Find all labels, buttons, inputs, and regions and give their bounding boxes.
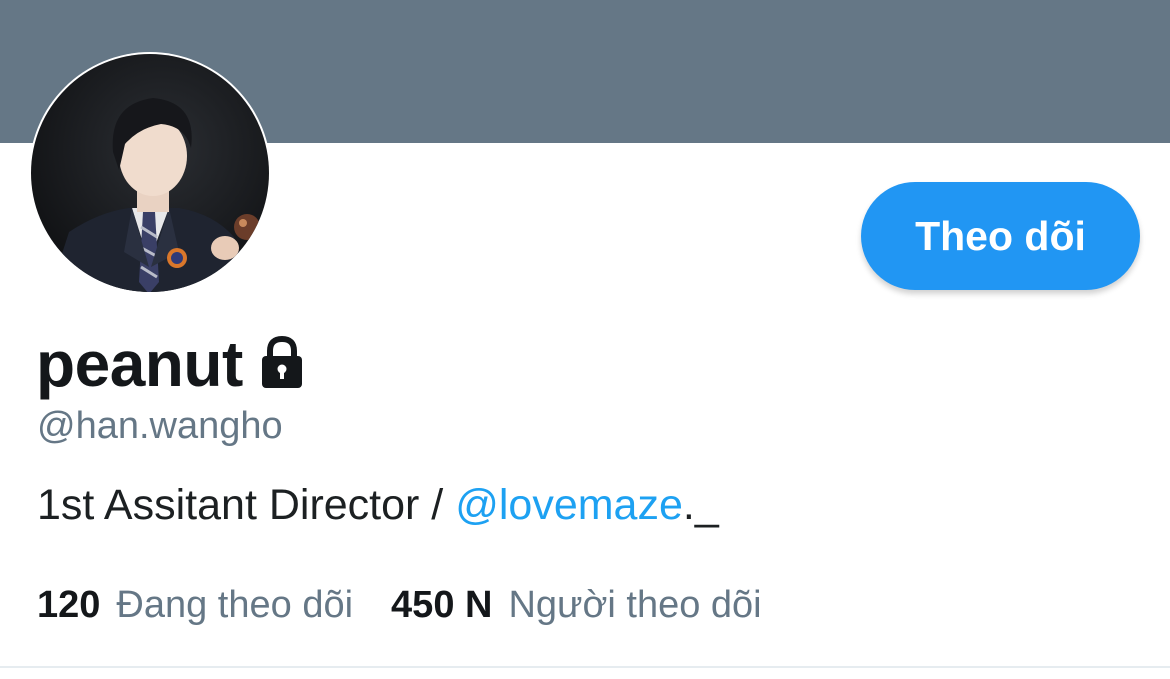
- bio-suffix: ._: [682, 481, 719, 529]
- divider: [0, 666, 1170, 668]
- followers-count: 450 N: [391, 584, 493, 626]
- following-label: Đang theo dõi: [116, 584, 354, 626]
- bio-text: 1st Assitant Director /: [37, 481, 456, 529]
- followers-label: Người theo dõi: [508, 584, 762, 626]
- display-name: peanut: [36, 328, 243, 400]
- lock-icon: [259, 334, 305, 390]
- profile-page: Theo dõi peanut @han.wangho 1st Assitant…: [0, 0, 1170, 679]
- following-stat[interactable]: 120 Đang theo dõi: [37, 581, 353, 629]
- bio: 1st Assitant Director / @lovemaze._: [37, 479, 719, 531]
- bio-mention-link[interactable]: @lovemaze: [455, 481, 683, 529]
- following-count: 120: [37, 584, 101, 626]
- profile-stats: 120 Đang theo dõi 450 N Người theo dõi: [37, 581, 762, 629]
- avatar-photo: [31, 54, 269, 292]
- display-name-row: peanut: [36, 328, 305, 400]
- user-handle: @han.wangho: [37, 405, 283, 447]
- avatar[interactable]: [29, 52, 271, 294]
- followers-stat[interactable]: 450 N Người theo dõi: [391, 581, 762, 629]
- follow-button[interactable]: Theo dõi: [861, 182, 1140, 290]
